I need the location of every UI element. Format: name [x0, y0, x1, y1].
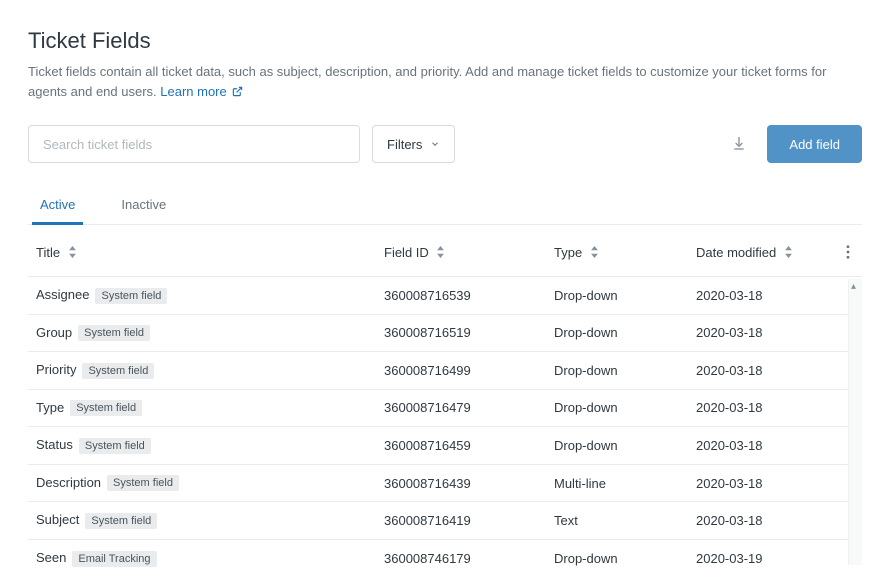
system-field-badge: System field: [85, 513, 157, 529]
system-field-badge: System field: [95, 288, 167, 304]
system-field-badge: System field: [78, 325, 150, 341]
cell-fieldid: 360008716439: [384, 476, 554, 491]
table-row[interactable]: Status System field 360008716459Drop-down2…: [28, 427, 862, 465]
table-row[interactable]: Assignee System field 360008716539Drop-dow…: [28, 277, 862, 315]
tab-inactive[interactable]: Inactive: [113, 187, 174, 225]
add-field-button[interactable]: Add field: [767, 125, 862, 163]
cell-fieldid: 360008716519: [384, 325, 554, 340]
cell-type: Drop-down: [554, 551, 696, 566]
search-input[interactable]: [28, 125, 360, 163]
table-row[interactable]: Description System field 360008716439Multi…: [28, 465, 862, 503]
learn-more-label: Learn more: [160, 84, 226, 99]
column-date-label: Date modified: [696, 245, 776, 260]
column-header-title[interactable]: Title: [36, 245, 384, 262]
tabs: Active Inactive: [28, 187, 862, 225]
system-field-badge: System field: [79, 438, 151, 454]
row-title: Group: [36, 325, 72, 340]
column-type-label: Type: [554, 245, 582, 260]
scrollbar[interactable]: ▴: [848, 279, 862, 565]
cell-title: SeenEmail Tracking: [36, 550, 384, 567]
row-title: Assignee: [36, 287, 89, 302]
cell-date: 2020-03-18: [696, 400, 826, 415]
scroll-up-icon: ▴: [851, 281, 856, 292]
cell-title: Group System field: [36, 325, 384, 342]
page-description: Ticket fields contain all ticket data, s…: [28, 62, 862, 101]
toolbar: Filters Add field: [28, 125, 862, 163]
cell-date: 2020-03-18: [696, 288, 826, 303]
description-text: Ticket fields contain all ticket data, s…: [28, 64, 826, 99]
row-title: Priority: [36, 362, 76, 377]
sort-icon: [436, 246, 445, 261]
download-icon[interactable]: [723, 127, 755, 162]
row-title: Status: [36, 437, 73, 452]
table-row[interactable]: Type System field 360008716479Drop-down202…: [28, 390, 862, 428]
cell-fieldid: 360008716499: [384, 363, 554, 378]
table: Title Field ID Type Date modified: [28, 225, 862, 576]
cell-type: Drop-down: [554, 325, 696, 340]
page-title: Ticket Fields: [28, 28, 862, 54]
table-body: AssigneeSystem field360008716539Drop-dow…: [28, 276, 862, 576]
cell-title: Type System field: [36, 400, 384, 417]
chevron-down-icon: [430, 139, 440, 149]
cell-title: Status System field: [36, 437, 384, 454]
cell-type: Drop-down: [554, 400, 696, 415]
table-row[interactable]: Subject System field 360008716419Text2020-…: [28, 502, 862, 540]
row-title: Description: [36, 475, 101, 490]
cell-fieldid: 360008746179: [384, 551, 554, 566]
column-header-fieldid[interactable]: Field ID: [384, 245, 554, 262]
cell-date: 2020-03-19: [696, 551, 826, 566]
column-title-label: Title: [36, 245, 60, 260]
learn-more-link[interactable]: Learn more: [160, 84, 243, 99]
table-header: Title Field ID Type Date modified: [28, 225, 862, 276]
cell-fieldid: 360008716539: [384, 288, 554, 303]
sort-icon: [590, 246, 599, 261]
column-header-date[interactable]: Date modified: [696, 245, 826, 262]
system-field-badge: System field: [82, 363, 154, 379]
cell-title: Assignee System field: [36, 287, 384, 304]
cell-fieldid: 360008716459: [384, 438, 554, 453]
filters-button[interactable]: Filters: [372, 125, 455, 163]
filters-label: Filters: [387, 137, 422, 152]
sort-icon: [784, 246, 793, 261]
row-title: Type: [36, 400, 64, 415]
table-row[interactable]: Priority System field 360008716499Drop-dow…: [28, 352, 862, 390]
tab-active[interactable]: Active: [32, 187, 83, 225]
cell-date: 2020-03-18: [696, 363, 826, 378]
cell-title: Subject System field: [36, 512, 384, 529]
cell-type: Multi-line: [554, 476, 696, 491]
row-title: Subject: [36, 512, 79, 527]
cell-date: 2020-03-18: [696, 476, 826, 491]
cell-type: Drop-down: [554, 363, 696, 378]
column-fieldid-label: Field ID: [384, 245, 429, 260]
sort-icon: [68, 246, 77, 261]
system-field-badge: System field: [107, 475, 179, 491]
cell-date: 2020-03-18: [696, 513, 826, 528]
cell-type: Drop-down: [554, 288, 696, 303]
system-field-badge: System field: [70, 400, 142, 416]
cell-type: Text: [554, 513, 696, 528]
cell-fieldid: 360008716479: [384, 400, 554, 415]
cell-type: Drop-down: [554, 438, 696, 453]
external-link-icon: [232, 86, 243, 97]
column-settings-icon[interactable]: [846, 247, 850, 262]
cell-date: 2020-03-18: [696, 438, 826, 453]
cell-title: Priority System field: [36, 362, 384, 379]
cell-date: 2020-03-18: [696, 325, 826, 340]
table-row[interactable]: SeenEmail Tracking360008746179Drop-down2…: [28, 540, 862, 576]
cell-title: Description System field: [36, 475, 384, 492]
row-title: Seen: [36, 550, 66, 565]
column-header-type[interactable]: Type: [554, 245, 696, 262]
table-row[interactable]: Group System field 360008716519Drop-down20…: [28, 315, 862, 353]
cell-fieldid: 360008716419: [384, 513, 554, 528]
